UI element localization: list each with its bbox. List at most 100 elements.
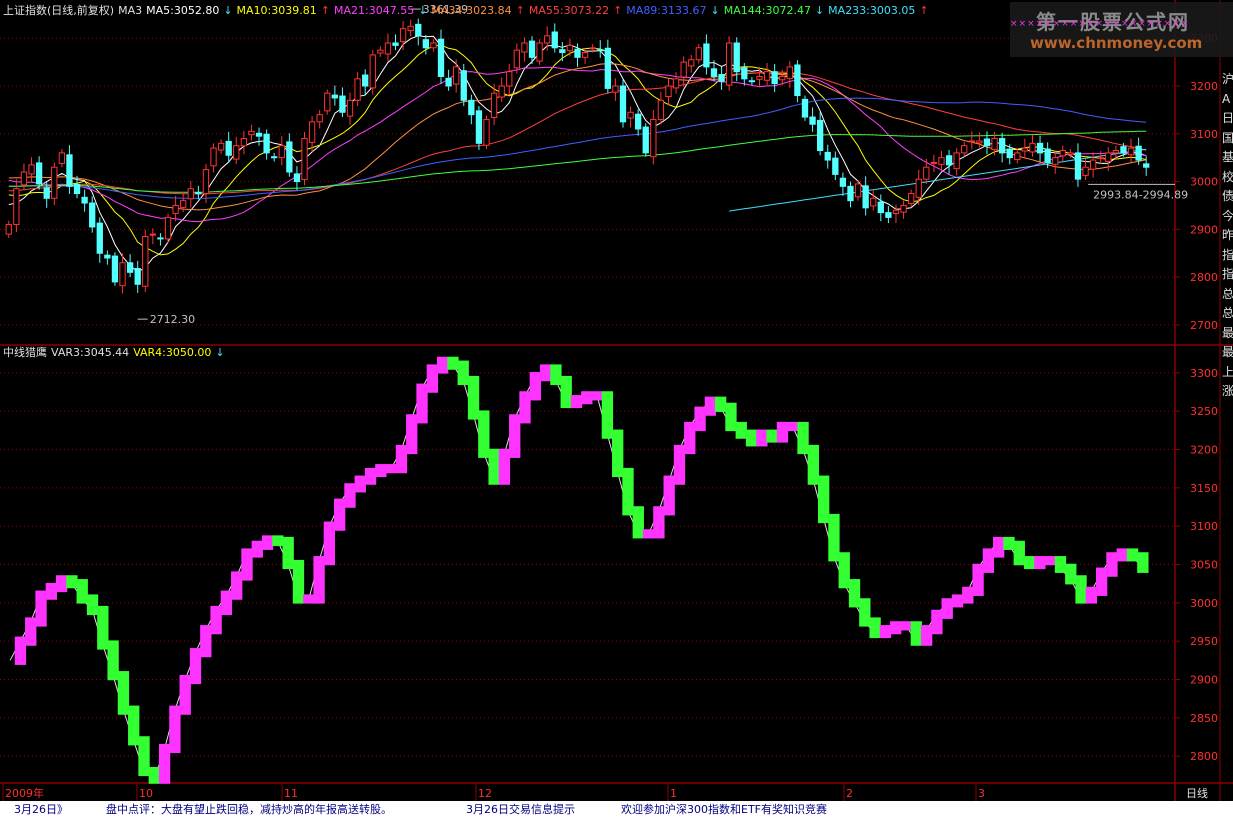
indicator-tick-label: 2850 — [1190, 712, 1218, 725]
var4-series-block — [436, 356, 449, 374]
info-panel-char: A — [1222, 91, 1231, 106]
var4-series-block — [364, 467, 377, 485]
var4-series-block — [35, 590, 47, 627]
var4-series-block — [993, 536, 1005, 558]
candle-body — [1074, 152, 1082, 180]
ma10-up-arrow-icon: ↑ — [320, 4, 330, 17]
status-comment[interactable]: 盘中点评：大盘有望止跌回稳，减持炒高的年报高送转股。 — [106, 801, 392, 819]
var4-series-block — [632, 506, 644, 539]
candle-body — [506, 71, 513, 87]
ma5-label: MA5:3052.80 — [146, 4, 220, 17]
var4-series-block — [251, 540, 263, 558]
range-annotation: 2993.84-2994.89 — [1093, 188, 1188, 201]
candle-body — [627, 111, 634, 119]
ma34-series-line — [8, 63, 1147, 211]
indicator-tick-label: 2950 — [1190, 635, 1218, 648]
var4-series-block — [920, 625, 933, 646]
var4-series-block — [848, 579, 861, 608]
candle-body — [111, 255, 119, 283]
candle-body — [51, 166, 58, 199]
candle-body — [1120, 146, 1127, 154]
info-panel-char: 债 — [1222, 189, 1233, 203]
info-panel-char: 基 — [1222, 150, 1233, 164]
var4-series-block — [498, 448, 511, 485]
candle-body — [938, 157, 945, 165]
ma10-label: MA10:3039.81 — [236, 4, 317, 17]
var4-series-block — [426, 364, 439, 393]
candle-body — [976, 140, 983, 144]
candle-body — [301, 138, 308, 181]
var4-series-block — [385, 464, 397, 474]
indicator-tick-label: 3050 — [1190, 559, 1218, 572]
candle-body — [688, 59, 695, 67]
candle-body — [240, 138, 248, 147]
candle-body — [756, 75, 763, 80]
var4-series-block — [447, 356, 459, 370]
var4-series-block — [828, 513, 840, 562]
var4-series-block — [663, 475, 675, 516]
candle-body — [187, 188, 194, 200]
ma233-label: MA233:3003.05 — [828, 4, 916, 17]
candle-body — [983, 138, 991, 147]
candle-body — [35, 162, 43, 185]
var4-series-block — [303, 594, 315, 604]
var4-series-block — [45, 582, 58, 600]
candle-body — [422, 39, 429, 49]
var4-series-block — [1116, 548, 1128, 562]
candle-body — [362, 74, 369, 87]
candle-body — [498, 85, 505, 98]
candle-body — [225, 140, 232, 156]
var4-series-block — [333, 498, 346, 531]
info-panel-char: 最 — [1222, 345, 1233, 359]
chart-stage[interactable]: 27002800290030003100320033003361.392712.… — [0, 0, 1233, 819]
ma233-up-arrow-icon: ↑ — [919, 4, 929, 17]
var4-series-block — [560, 375, 572, 409]
ma55-label: MA55:3073.22 — [528, 4, 610, 17]
var4-series-block — [478, 410, 490, 458]
period-label: 日线 — [1186, 786, 1208, 800]
var4-series-block — [642, 529, 655, 539]
var4-series-block — [467, 375, 480, 420]
candle-body — [1135, 145, 1142, 161]
info-panel-char: 今 — [1222, 208, 1233, 223]
price-tick-label: 2800 — [1190, 271, 1218, 284]
candle-body — [96, 222, 103, 254]
ma144-down-arrow-icon: ↓ — [814, 4, 825, 17]
var3-label: VAR3:3045.44 — [51, 346, 130, 359]
price-tick-label: 3100 — [1190, 128, 1218, 141]
var4-series-block — [622, 467, 634, 516]
candle-body — [339, 95, 346, 113]
candle-body — [854, 183, 862, 198]
candle-body — [43, 187, 50, 199]
candle-body — [862, 185, 869, 209]
var4-series-block — [941, 598, 953, 619]
kline-chart[interactable]: 27002800290030003100320033003361.392712.… — [0, 0, 1233, 801]
var4-series-block — [282, 536, 294, 570]
status-promo[interactable]: 欢迎参加沪深300指数和ETF有奖知识竞赛 — [621, 801, 827, 819]
candle-body — [1097, 157, 1104, 160]
candle-body — [544, 35, 551, 44]
var4-series-block — [1075, 575, 1087, 604]
var4-series-block — [581, 391, 593, 405]
indicator-tick-label: 3200 — [1190, 444, 1218, 457]
price-tick-label: 3200 — [1190, 80, 1218, 93]
candle-body — [907, 193, 915, 205]
candle-body — [665, 85, 672, 98]
status-date[interactable]: 3月26日》 — [14, 801, 68, 819]
indicator-header: 中线猎鹰 VAR3:3045.44 VAR4:3050.00 ↓ — [3, 345, 229, 361]
status-notice[interactable]: 3月26日交易信息提示 — [466, 801, 575, 819]
candle-body — [399, 28, 407, 43]
candle-body — [195, 192, 202, 195]
time-tick-label: 3 — [978, 787, 985, 800]
candle-body — [119, 262, 126, 287]
candle-body — [635, 113, 642, 130]
var4-series-block — [766, 429, 778, 443]
var4-series-block — [292, 559, 305, 604]
candle-body — [377, 49, 384, 54]
candle-body — [839, 177, 847, 187]
candle-body — [1036, 142, 1044, 154]
candle-body — [233, 145, 240, 160]
var4-series-block — [931, 609, 943, 635]
var4-series-block — [1065, 563, 1077, 585]
candle-body — [1021, 147, 1029, 152]
